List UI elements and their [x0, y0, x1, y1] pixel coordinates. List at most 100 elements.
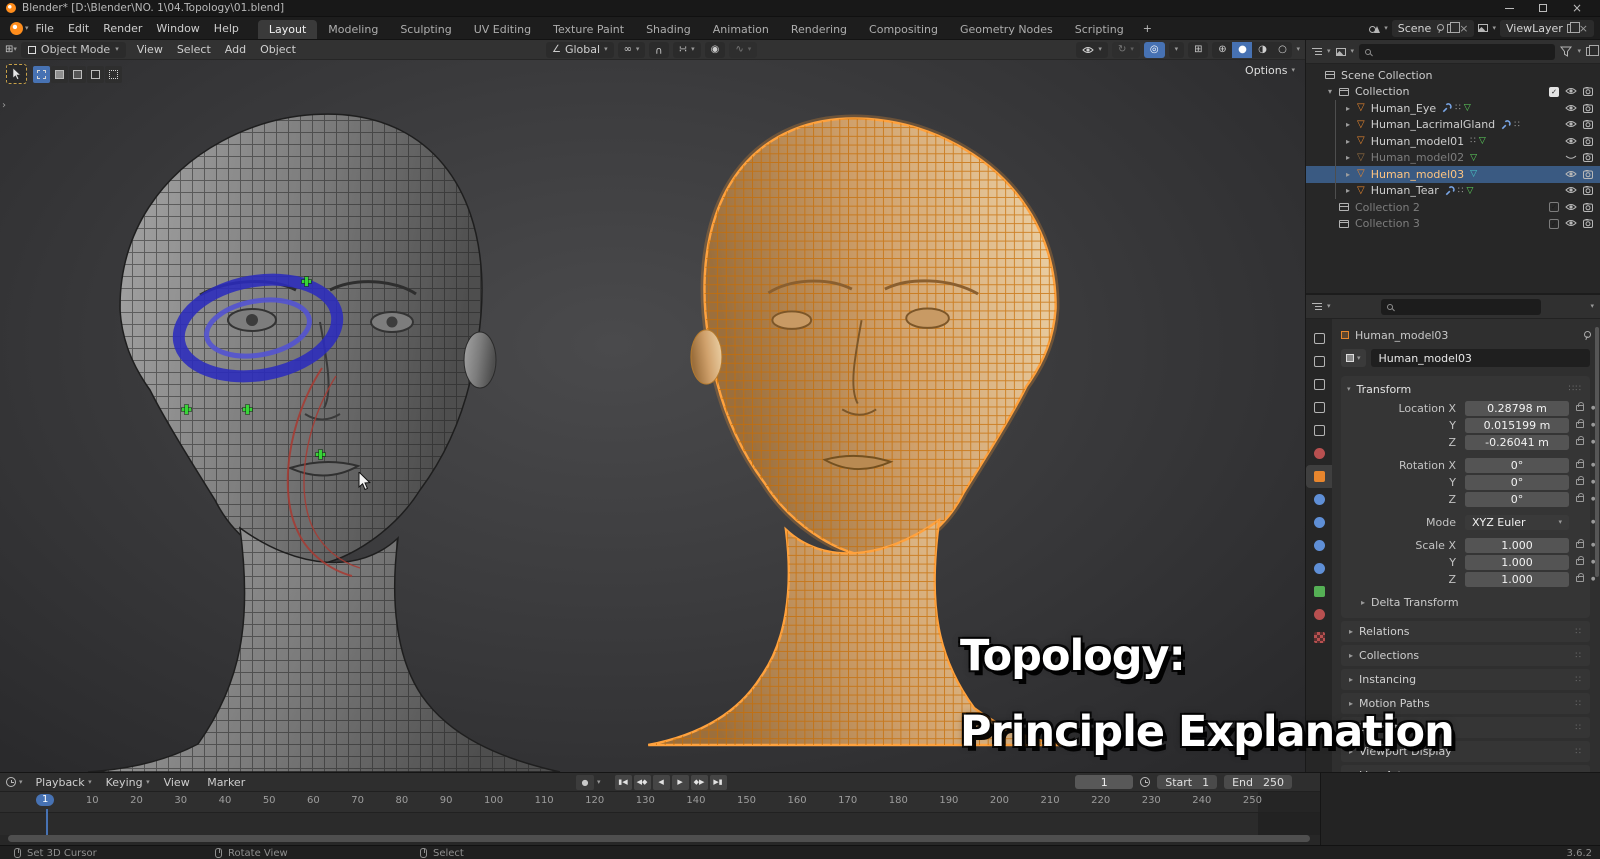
timeline-tracks[interactable]: [0, 812, 1320, 835]
drag-handle-icon[interactable]: ∷: [1575, 699, 1582, 709]
animate-property-dot[interactable]: ●: [1591, 576, 1595, 582]
scene-icon[interactable]: [1369, 24, 1380, 33]
rendered-shading-button[interactable]: ○: [1272, 42, 1292, 58]
options-button[interactable]: Options ▾: [1245, 64, 1295, 77]
wireframe-head-model[interactable]: [88, 114, 560, 772]
disable-in-renders-camera-icon[interactable]: [1583, 87, 1595, 96]
object-name-field[interactable]: Human_model03: [1371, 349, 1590, 367]
workspace-tab[interactable]: Rendering: [780, 20, 858, 39]
workspace-tab[interactable]: Texture Paint: [542, 20, 635, 39]
outliner-item[interactable]: ▸▾ ▽ Human_model02 ∷ ▽ ✓: [1306, 150, 1600, 167]
editor-type-icon[interactable]: ⊞: [5, 45, 13, 55]
snap-settings-dropdown[interactable]: ∺ ▾: [673, 42, 701, 58]
select-mode-subtract-button[interactable]: [69, 66, 86, 83]
properties-tab-modifiers[interactable]: [1306, 488, 1332, 511]
disable-in-renders-camera-icon[interactable]: [1583, 137, 1595, 146]
properties-tab-particles[interactable]: [1306, 511, 1332, 534]
solid-shading-button[interactable]: ●: [1232, 42, 1252, 58]
lock-icon[interactable]: [1576, 496, 1584, 502]
transform-panel-header[interactable]: ▾ Transform ∷∷: [1347, 379, 1582, 399]
pin-icon[interactable]: [1582, 331, 1590, 339]
disable-in-renders-camera-icon[interactable]: [1583, 120, 1595, 129]
hide-in-viewport-toggle[interactable]: [1565, 151, 1577, 164]
timeline-menu-item[interactable]: Marker: [200, 776, 256, 789]
current-frame-field[interactable]: 1: [1075, 775, 1133, 789]
drag-handle-icon[interactable]: ∷: [1575, 651, 1582, 661]
hide-in-viewport-toggle[interactable]: [1565, 217, 1577, 230]
disable-in-renders-camera-icon[interactable]: [1583, 203, 1595, 212]
properties-scrollbar[interactable]: [1595, 327, 1599, 577]
object-id-dropdown[interactable]: ▾: [1341, 349, 1366, 367]
blender-menu-icon[interactable]: [10, 22, 23, 35]
viewport-menu-item[interactable]: Add: [218, 40, 253, 59]
properties-tab-tool[interactable]: [1306, 327, 1332, 350]
new-collection-icon[interactable]: [1586, 47, 1594, 56]
hide-in-viewport-toggle[interactable]: [1565, 102, 1577, 115]
display-mode-icon[interactable]: [1336, 48, 1346, 56]
menu-item[interactable]: Window: [149, 22, 206, 35]
menu-item[interactable]: Help: [207, 22, 246, 35]
overlays-toggle[interactable]: ◎: [1144, 42, 1165, 58]
timeline-scrollbar[interactable]: [8, 835, 1310, 842]
workspace-tab[interactable]: Shading: [635, 20, 702, 39]
lock-icon[interactable]: [1576, 542, 1584, 548]
value-field[interactable]: 1.000 ▾: [1465, 572, 1569, 587]
viewport-menu-item[interactable]: Object: [253, 40, 303, 59]
workspace-tab[interactable]: Animation: [702, 20, 780, 39]
outliner-search-input[interactable]: [1359, 44, 1555, 60]
timeline-editor-icon[interactable]: [6, 777, 16, 787]
hide-in-viewport-toggle[interactable]: [1565, 118, 1577, 131]
view-layer-selector[interactable]: ViewLayer ×: [1500, 20, 1594, 37]
outliner-item[interactable]: ▸▾ ▽ Collection 2 ∷ ▽ ✓: [1306, 199, 1600, 216]
end-frame-field[interactable]: End250: [1224, 775, 1292, 789]
view-layer-icon[interactable]: [1478, 24, 1488, 32]
disclosure-arrow[interactable]: ▸▾: [1346, 120, 1357, 129]
hide-in-viewport-toggle[interactable]: [1565, 168, 1577, 181]
workspace-tab[interactable]: Compositing: [858, 20, 949, 39]
jump-to-start-button[interactable]: ▮◀: [615, 775, 632, 790]
value-field[interactable]: 0° ▾: [1465, 475, 1569, 490]
drag-handle-icon[interactable]: ∷: [1575, 675, 1582, 685]
value-field[interactable]: 0.015199 m ▾: [1465, 418, 1569, 433]
lock-icon[interactable]: [1576, 422, 1584, 428]
drag-handle-icon[interactable]: ∷∷: [1569, 384, 1582, 394]
snap-toggle[interactable]: ∪: [649, 42, 668, 58]
outliner-item[interactable]: ▸▾ ▽ Collection ∷ ▽ ✓: [1306, 84, 1600, 101]
select-mode-extend-button[interactable]: [51, 66, 68, 83]
drag-handle-icon[interactable]: ∷: [1575, 627, 1582, 637]
disable-in-renders-camera-icon[interactable]: [1583, 170, 1595, 179]
disclosure-arrow[interactable]: ▸▾: [1328, 87, 1339, 96]
proportional-editing-toggle[interactable]: ◉: [705, 42, 726, 58]
outliner-item[interactable]: ▸▾ ▽ Scene Collection ∷ ▽ ✓: [1306, 67, 1600, 84]
menu-item[interactable]: Render: [96, 22, 149, 35]
disable-in-renders-camera-icon[interactable]: [1583, 104, 1595, 113]
select-mode-new-button[interactable]: [33, 66, 50, 83]
collection-checkbox[interactable]: ✓: [1549, 87, 1559, 97]
remove-view-layer-icon[interactable]: ×: [1579, 22, 1588, 35]
shading-dropdown-icon[interactable]: ▾: [1296, 46, 1300, 53]
lock-icon[interactable]: [1576, 462, 1584, 468]
menu-item[interactable]: File: [29, 22, 61, 35]
disclosure-arrow[interactable]: ▸▾: [1346, 153, 1357, 162]
properties-tab-physics[interactable]: [1306, 534, 1332, 557]
properties-tab-constraints[interactable]: [1306, 557, 1332, 580]
playhead[interactable]: [46, 809, 48, 835]
properties-tab-scene[interactable]: [1306, 419, 1332, 442]
value-field[interactable]: 0.28798 m ▾: [1465, 401, 1569, 416]
properties-tab-object-data[interactable]: [1306, 580, 1332, 603]
disclosure-arrow[interactable]: ▸▾: [1346, 137, 1357, 146]
value-field[interactable]: -0.26041 m ▾: [1465, 435, 1569, 450]
gizmos-dropdown[interactable]: ↻ ▾: [1112, 42, 1140, 58]
disable-in-renders-camera-icon[interactable]: [1583, 153, 1595, 162]
value-field[interactable]: 1.000 ▾: [1465, 538, 1569, 553]
proportional-falloff-dropdown[interactable]: ∿ ▾: [729, 42, 757, 58]
disclosure-arrow[interactable]: ▸▾: [1346, 170, 1357, 179]
properties-tab-view-layer[interactable]: [1306, 396, 1332, 419]
drag-handle-icon[interactable]: ∷: [1575, 747, 1582, 757]
hide-in-viewport-toggle[interactable]: [1565, 85, 1577, 98]
collection-checkbox[interactable]: ✓: [1549, 202, 1559, 212]
start-frame-field[interactable]: Start1: [1157, 775, 1217, 789]
collection-checkbox[interactable]: ✓: [1549, 219, 1559, 229]
viewport-menu-item[interactable]: View: [130, 40, 170, 59]
toolbar-expand-arrow[interactable]: ›: [2, 100, 6, 111]
